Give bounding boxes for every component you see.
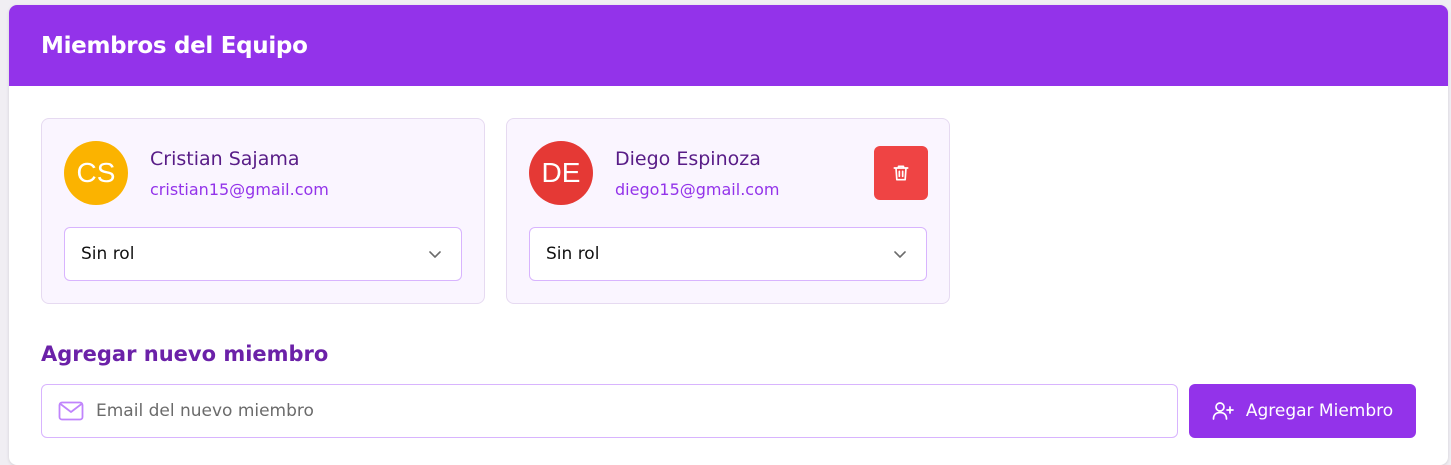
- chevron-down-icon: [894, 251, 906, 258]
- user-plus-icon: [1212, 402, 1234, 420]
- role-select[interactable]: Sin rol: [64, 227, 462, 281]
- avatar-initials: DE: [541, 157, 581, 188]
- role-select-value: Sin rol: [546, 244, 600, 264]
- role-select[interactable]: Sin rol: [529, 227, 927, 281]
- team-members-panel: Miembros del Equipo CS Cristian Sajama c…: [9, 5, 1448, 465]
- avatar-initials: CS: [76, 157, 116, 188]
- member-email: diego15@gmail.com: [615, 180, 780, 199]
- chevron-down-icon: [429, 251, 441, 258]
- member-name: Diego Espinoza: [615, 148, 761, 170]
- member-card: DE Diego Espinoza diego15@gmail.com Sin …: [506, 118, 950, 304]
- member-email: cristian15@gmail.com: [150, 180, 329, 199]
- avatar: CS: [64, 141, 128, 205]
- add-member-title: Agregar nuevo miembro: [41, 342, 329, 366]
- avatar: DE: [529, 141, 593, 205]
- member-card: CS Cristian Sajama cristian15@gmail.com …: [41, 118, 485, 304]
- trash-icon: [893, 165, 909, 181]
- add-member-button[interactable]: Agregar Miembro: [1189, 384, 1416, 438]
- page-title: Miembros del Equipo: [41, 32, 308, 59]
- member-name: Cristian Sajama: [150, 148, 300, 170]
- mail-icon: [58, 401, 84, 421]
- email-field-wrapper: [41, 384, 1178, 438]
- add-member-button-label: Agregar Miembro: [1245, 401, 1394, 421]
- member-list: CS Cristian Sajama cristian15@gmail.com …: [41, 118, 950, 304]
- panel-header: Miembros del Equipo: [9, 5, 1448, 86]
- new-member-email-input[interactable]: [96, 401, 1136, 421]
- role-select-value: Sin rol: [81, 244, 135, 264]
- delete-member-button[interactable]: [874, 146, 928, 200]
